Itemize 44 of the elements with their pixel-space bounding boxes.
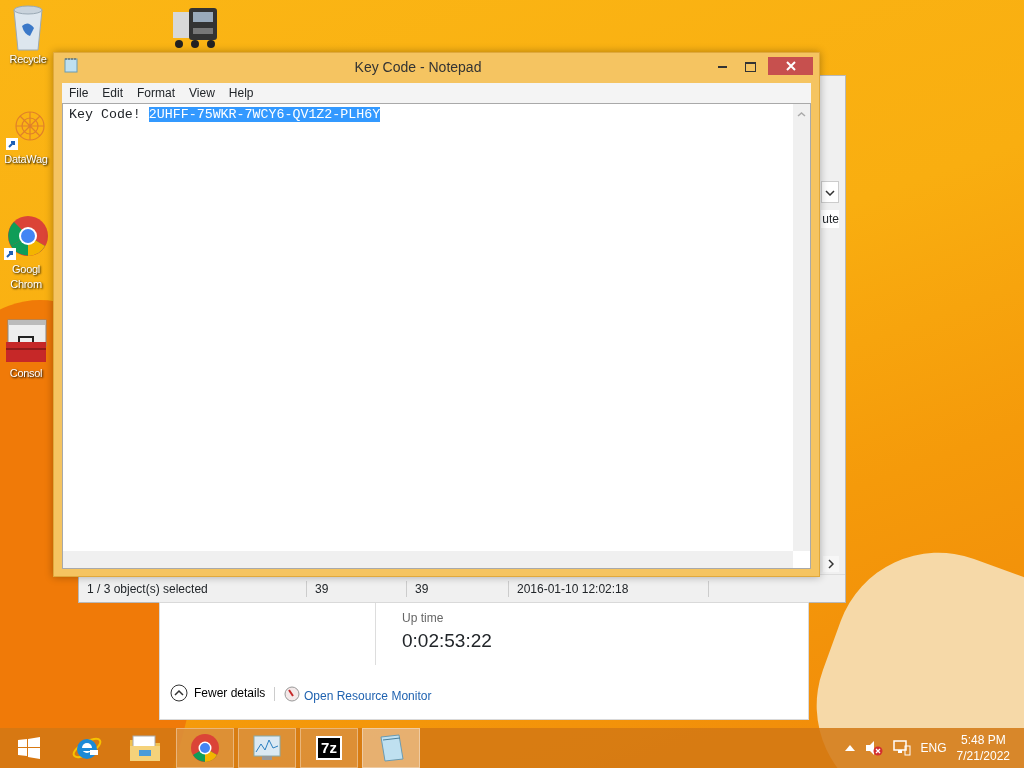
menu-item[interactable]: View xyxy=(182,84,222,102)
taskbar-button[interactable] xyxy=(362,728,420,768)
uptime-value: 0:02:53:22 xyxy=(402,629,492,653)
chevron-up-icon[interactable] xyxy=(844,745,855,751)
dropdown-field[interactable] xyxy=(821,181,839,203)
window-title: Key Code - Notepad xyxy=(353,58,483,77)
chevron-down-icon xyxy=(825,190,835,196)
minimize-icon xyxy=(717,66,727,68)
maximize-icon xyxy=(744,62,756,72)
folder-icon xyxy=(129,734,161,762)
network-computer-icon[interactable] xyxy=(892,740,911,756)
fewer-details-button[interactable]: Fewer details xyxy=(170,684,266,702)
taskbar-button[interactable] xyxy=(176,728,234,768)
resource-monitor-link[interactable]: Open Resource Monitor xyxy=(304,687,432,705)
gauge-icon xyxy=(284,686,300,702)
chevron-up-icon xyxy=(170,684,188,702)
status-bar-text: 39 xyxy=(307,580,407,597)
notepad-icon xyxy=(64,57,78,73)
menu-item[interactable]: Edit xyxy=(95,84,131,102)
chevron-right-icon xyxy=(828,559,834,569)
windows-logo-icon xyxy=(18,737,40,759)
vertical-scrollbar[interactable] xyxy=(793,104,810,551)
notepad-icon xyxy=(377,733,405,763)
taskbar-button[interactable]: 7z xyxy=(300,728,358,768)
speaker-muted-icon[interactable] xyxy=(864,740,883,756)
text-area[interactable]: Key Code! 2UHFF-75WKR-7WCY6-QV1Z2-PLH6Y xyxy=(62,103,811,569)
close-icon xyxy=(785,61,796,71)
taskbar-button[interactable] xyxy=(238,728,296,768)
scroll-right-button[interactable] xyxy=(823,556,839,572)
uptime-label: Up time xyxy=(402,610,444,627)
menu-item[interactable]: Format xyxy=(130,84,183,102)
menu-item[interactable]: Help xyxy=(221,84,261,102)
status-bar-text: 1 / 3 object(s) selected xyxy=(79,580,307,597)
star-pattern-icon[interactable] xyxy=(6,108,46,152)
document-text[interactable]: Key Code! 2UHFF-75WKR-7WCY6-QV1Z2-PLH6Y xyxy=(63,104,387,126)
menu-item[interactable]: File xyxy=(62,84,96,102)
status-bar-text: 39 xyxy=(407,580,509,597)
status-bar-text: 2016-01-10 12:02:18 xyxy=(509,580,709,597)
chrome-icon[interactable] xyxy=(4,214,48,262)
chrome-icon xyxy=(190,733,220,763)
horizontal-scrollbar[interactable] xyxy=(63,551,793,568)
column-header[interactable]: ute xyxy=(821,210,839,228)
close-button[interactable] xyxy=(768,57,813,75)
monitor-chart-icon xyxy=(252,734,282,762)
